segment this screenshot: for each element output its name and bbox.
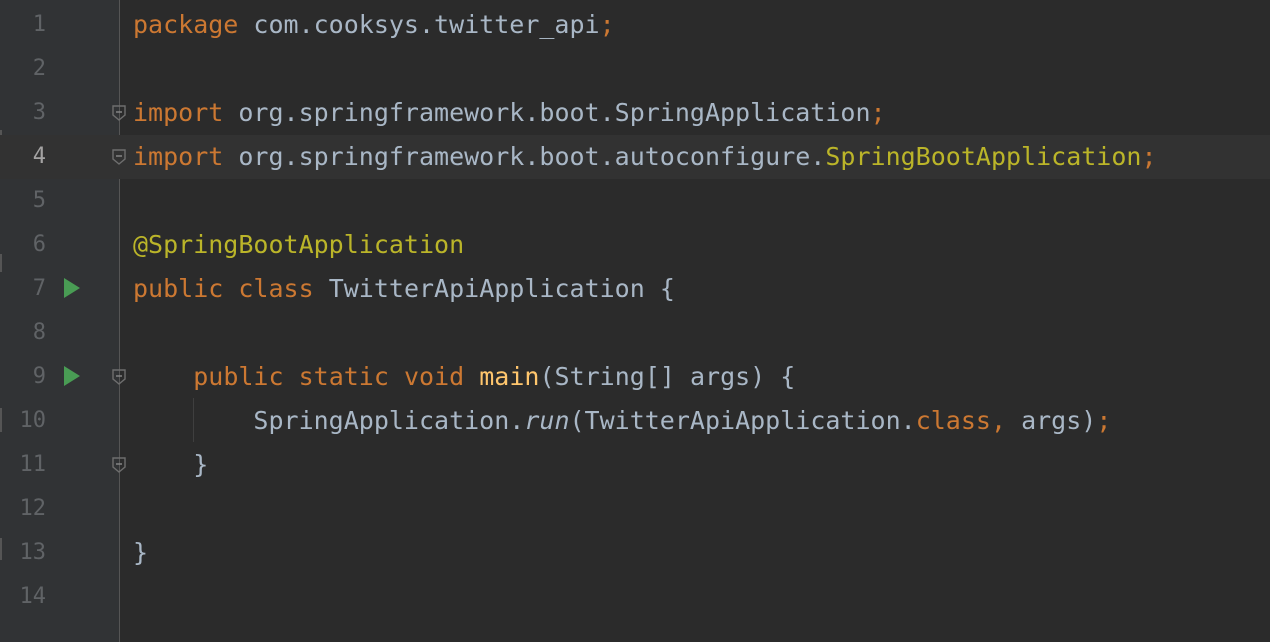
fold-marker-icon[interactable] <box>112 457 126 473</box>
code-token: org.springframework.boot.SpringApplicati… <box>223 98 871 127</box>
code-token: args) <box>1006 406 1097 435</box>
code-token: ; <box>599 10 615 39</box>
code-line[interactable]: 4 import org.springframework.boot.autocon… <box>0 135 1270 179</box>
run-triangle-icon[interactable] <box>64 366 80 386</box>
fold-marker-icon[interactable] <box>112 105 126 121</box>
code-token: package <box>133 10 239 39</box>
code-token: void <box>403 362 465 391</box>
code-token: ; <box>870 98 886 127</box>
code-token: org.springframework.boot.autoconfigure. <box>223 142 826 171</box>
code-line[interactable]: 1 package com.cooksys.twitter_api; <box>0 3 1270 47</box>
code-line[interactable]: 6 @SpringBootApplication <box>0 223 1270 267</box>
code-token: public <box>193 362 284 391</box>
code-token: import <box>133 142 224 171</box>
code-token: public <box>133 274 224 303</box>
fold-marker-icon[interactable] <box>112 369 126 385</box>
code-text[interactable]: SpringApplication.run(TwitterApiApplicat… <box>133 399 1111 443</box>
code-token: (String[] args) { <box>539 362 796 391</box>
code-token: static <box>298 362 389 391</box>
code-token: } <box>133 538 149 567</box>
code-token: @SpringBootApplication <box>133 230 465 259</box>
code-text[interactable]: import org.springframework.boot.SpringAp… <box>133 91 886 135</box>
line-number[interactable]: 14 <box>0 575 47 619</box>
line-number[interactable]: 7 <box>0 267 46 311</box>
line-number[interactable]: 10 <box>0 399 47 443</box>
code-token: SpringBootApplication <box>825 142 1142 171</box>
line-number[interactable]: 11 <box>0 443 47 487</box>
code-token: run <box>524 406 570 435</box>
code-token: SpringApplication. <box>133 406 525 435</box>
run-triangle-icon[interactable] <box>64 278 80 298</box>
code-line[interactable]: 7 public class TwitterApiApplication { <box>0 267 1270 311</box>
code-text[interactable]: @SpringBootApplication <box>133 223 464 267</box>
line-number[interactable]: 2 <box>0 47 46 91</box>
code-line[interactable]: 14 <box>0 575 1270 619</box>
line-number[interactable]: 12 <box>0 487 47 531</box>
code-line[interactable]: 13} <box>0 531 1270 575</box>
code-token: TwitterApiApplication { <box>313 274 675 303</box>
line-number[interactable]: 8 <box>0 311 46 355</box>
code-text[interactable]: public class TwitterApiApplication { <box>133 267 675 311</box>
code-token: } <box>133 450 209 479</box>
code-line[interactable]: 10 SpringApplication.run(TwitterApiAppli… <box>0 399 1270 443</box>
code-editor[interactable]: 1 package com.cooksys.twitter_api; 2 3 impor… <box>0 0 1270 642</box>
code-text[interactable]: } <box>133 531 148 575</box>
code-token: com.cooksys.twitter_api <box>238 10 600 39</box>
line-number[interactable]: 13 <box>0 531 47 575</box>
code-line[interactable]: 11 } <box>0 443 1270 487</box>
line-number[interactable]: 6 <box>0 223 46 267</box>
code-line[interactable]: 5 <box>0 179 1270 223</box>
line-number[interactable]: 9 <box>0 355 46 399</box>
code-line[interactable]: 3 import org.springframework.boot.SpringA… <box>0 91 1270 135</box>
code-token: , <box>990 406 1007 435</box>
code-line[interactable]: 9 public static void main(String[] args)… <box>0 355 1270 399</box>
code-token: class <box>238 274 314 303</box>
line-number[interactable]: 3 <box>0 91 46 135</box>
fold-marker-icon[interactable] <box>112 149 126 165</box>
code-text[interactable]: public static void main(String[] args) { <box>133 355 795 399</box>
code-token: ; <box>1141 142 1157 171</box>
code-line[interactable]: 8 <box>0 311 1270 355</box>
code-token: class <box>915 406 991 435</box>
line-number[interactable]: 1 <box>0 3 46 47</box>
code-line[interactable]: 12 <box>0 487 1270 531</box>
code-token: import <box>133 98 224 127</box>
code-token: main <box>479 362 540 391</box>
code-token: (TwitterApiApplication. <box>569 406 916 435</box>
code-text[interactable]: import org.springframework.boot.autoconf… <box>133 135 1157 179</box>
line-number[interactable]: 4 <box>0 135 46 179</box>
code-text[interactable]: package com.cooksys.twitter_api; <box>133 3 615 47</box>
code-token: ; <box>1096 406 1112 435</box>
code-text[interactable]: } <box>133 443 208 487</box>
line-number[interactable]: 5 <box>0 179 46 223</box>
code-line[interactable]: 2 <box>0 47 1270 91</box>
